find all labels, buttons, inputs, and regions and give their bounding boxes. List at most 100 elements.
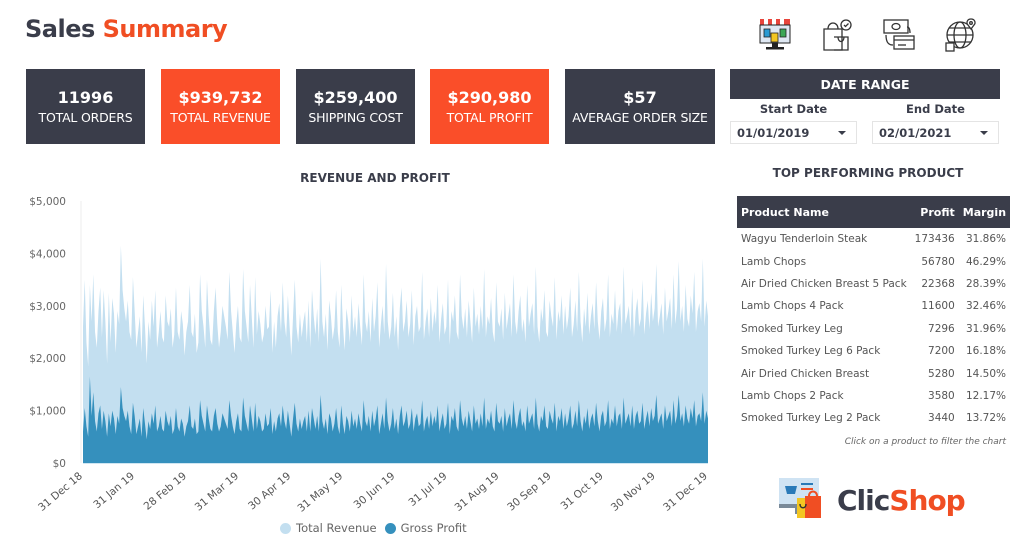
top-products-table: Product Name Profit Margin Wagyu Tenderl… [737,196,1011,430]
logo-word-clic: Clic [837,483,890,517]
clicshop-logo: ClicShop [777,474,966,526]
table-row[interactable]: Lamb Chops 2 Pack 3580 12.17% [737,385,1010,407]
legend-label-revenue: Total Revenue [296,521,377,535]
page-title-part1: Sales [25,15,95,43]
chevron-down-icon[interactable] [970,122,998,143]
product-name-cell: Air Dried Chicken Breast [741,367,870,380]
logo-word-shop: Shop [889,483,965,517]
kpi-average-order-size: $57 AVERAGE ORDER SIZE [565,69,715,144]
storefront-icon [755,14,795,54]
revenue-profit-chart: $0 $1,000 $2,000 $3,000 $4,000 $5,000 31 Dec 1… [29,196,710,515]
table-row[interactable]: Lamb Chops 4 Pack 11600 32.46% [737,295,1010,317]
kpi-total-revenue: $939,732 TOTAL REVENUE [161,69,280,144]
table-row[interactable]: Air Dried Chicken Breast 5 Pack 22368 28.3… [737,273,1010,295]
chevron-down-icon[interactable] [828,122,856,143]
profit-cell: 7296 [928,322,955,335]
kpi-value: $57 [623,87,657,107]
legend-item-profit[interactable]: Gross Profit [384,521,467,535]
table-row[interactable]: Lamb Chops 56780 46.29% [737,250,1010,272]
kpi-value: 11996 [57,87,114,107]
kpi-total-orders: 11996 TOTAL ORDERS [26,69,145,144]
product-name-cell: Smoked Turkey Leg 6 Pack [741,345,881,358]
page-title: Sales Summary [25,15,228,43]
column-header-product[interactable]: Product Name [737,196,911,228]
margin-cell: 13.72% [965,412,1007,425]
end-date-value: 02/01/2021 [879,125,952,140]
product-name-cell: Wagyu Tenderloin Steak [741,233,868,246]
x-tick-label: 28 Feb 19 [142,470,190,513]
date-range-header: DATE RANGE [730,69,1000,99]
y-tick-label: $3,000 [29,301,66,313]
shopping-bags-icon [817,14,857,54]
margin-cell: 14.50% [965,367,1007,380]
kpi-label: TOTAL REVENUE [170,109,271,125]
kpi-label: TOTAL PROFIT [446,109,533,125]
chart-legend: Total Revenue Gross Profit [280,521,467,535]
x-tick-label: 31 Mar 19 [193,470,241,513]
column-header-margin[interactable]: Margin [958,196,1011,228]
x-tick-label: 31 Aug 19 [453,470,502,514]
legend-item-revenue[interactable]: Total Revenue [280,521,377,535]
column-header-profit[interactable]: Profit [910,196,959,228]
shop-cart-icon [777,474,825,526]
table-row[interactable]: Wagyu Tenderloin Steak 173436 31.86% [737,228,1010,250]
table-row[interactable]: Air Dried Chicken Breast 5280 14.50% [737,362,1010,384]
legend-dot-profit [384,522,396,534]
profit-cell: 22368 [921,277,955,290]
table-row[interactable]: Smoked Turkey Leg 2 Pack 3440 13.72% [737,407,1010,429]
profit-cell: 7200 [928,345,955,358]
table-title: TOP PERFORMING PRODUCT [772,166,964,180]
start-date-select[interactable]: 01/01/2019 [730,121,857,144]
profit-cell: 3580 [928,389,955,402]
product-name-cell: Smoked Turkey Leg [741,322,843,335]
kpi-value: $939,732 [178,87,263,107]
profit-cell: 3440 [928,412,955,425]
end-date-select[interactable]: 02/01/2021 [872,121,999,144]
x-tick-label: 31 May 19 [295,470,345,515]
margin-cell: 31.86% [965,233,1007,246]
x-tick-label: 30 Jun 19 [352,470,398,511]
global-delivery-icon [941,14,981,54]
product-name-cell: Smoked Turkey Leg 2 Pack [741,412,881,425]
y-tick-label: $0 [53,458,66,470]
kpi-label: AVERAGE ORDER SIZE [572,109,708,125]
table-footnote: Click on a product to filter the chart [844,437,1006,447]
kpi-value: $290,980 [447,87,532,107]
x-tick-label: 31 Dec 19 [661,470,710,514]
kpi-shipping-cost: $259,400 SHIPPING COST [296,69,415,144]
profit-cell: 173436 [914,233,955,246]
x-tick-label: 30 Sep 19 [505,470,553,513]
product-name-cell: Lamb Chops 4 Pack [741,300,844,313]
margin-cell: 46.29% [965,255,1007,268]
logo-wordmark: ClicShop [837,483,966,517]
profit-cell: 11600 [921,300,955,313]
margin-cell: 31.96% [965,322,1007,335]
kpi-value: $259,400 [313,87,398,107]
header-icons [755,14,981,54]
y-tick-label: $5,000 [29,196,66,208]
profit-cell: 5280 [928,367,955,380]
payment-exchange-icon [879,14,919,54]
x-tick-label: 31 Jan 19 [91,470,137,511]
kpi-label: SHIPPING COST [308,109,403,125]
y-tick-label: $4,000 [29,248,66,260]
x-tick-label: 31 Jul 19 [407,470,450,509]
table-header-row: Product Name Profit Margin [737,196,1011,228]
x-tick-label: 30 Apr 19 [246,470,293,512]
margin-cell: 12.17% [965,389,1007,402]
legend-dot-revenue [280,522,291,534]
product-name-cell: Lamb Chops 2 Pack [741,389,844,402]
margin-cell: 32.46% [965,300,1007,313]
profit-cell: 56780 [921,255,955,268]
margin-cell: 16.18% [965,345,1007,358]
margin-cell: 28.39% [965,277,1007,290]
table-row[interactable]: Smoked Turkey Leg 6 Pack 7200 16.18% [737,340,1010,362]
table-row[interactable]: Smoked Turkey Leg 7296 31.96% [737,318,1010,340]
start-date-value: 01/01/2019 [737,125,810,140]
legend-label-profit: Gross Profit [400,521,467,535]
y-tick-label: $1,000 [29,406,66,418]
y-tick-label: $2,000 [29,353,66,365]
x-tick-label: 31 Oct 19 [559,470,606,512]
kpi-label: TOTAL ORDERS [38,109,133,125]
product-name-cell: Lamb Chops [741,255,807,268]
